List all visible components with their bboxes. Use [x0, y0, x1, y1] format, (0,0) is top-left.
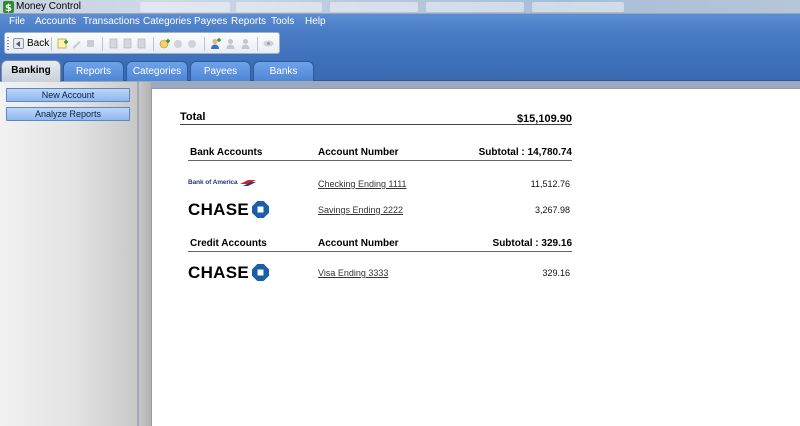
window-title: Money Control [16, 1, 82, 12]
section-title: Credit Accounts [190, 238, 267, 249]
background-tab [426, 2, 524, 12]
add-user-icon[interactable] [210, 38, 221, 49]
credit-accounts-header: Credit Accounts Account Number Subtotal … [188, 236, 572, 252]
bank-logo-text: CHASE [188, 263, 250, 282]
visa-account-link[interactable]: Visa Ending 3333 [318, 268, 388, 278]
back-button[interactable]: Back [13, 36, 49, 51]
accounts-overview: Total $15,109.90 Bank Accounts Account N… [151, 88, 800, 426]
toolbar-separator [204, 37, 205, 51]
toolbar-separator [257, 37, 258, 51]
toolbar-separator [51, 37, 52, 51]
menu-accounts[interactable]: Accounts [35, 16, 76, 27]
section-subtotal: Subtotal : 14,780.74 [478, 147, 572, 158]
section-title: Bank Accounts [190, 147, 263, 158]
add-category-icon[interactable] [159, 38, 170, 49]
delete-icon[interactable] [85, 38, 96, 49]
tab-banking[interactable]: Banking [1, 60, 61, 82]
dollar-app-icon: $ [3, 1, 14, 13]
eye-icon[interactable] [263, 38, 274, 49]
account-row: CHASE Savings Ending 2222 3,267.98 [188, 199, 572, 221]
bank-logo-text: CHASE [188, 200, 250, 219]
back-label: Back [27, 38, 50, 49]
account-amount: 11,512.76 [530, 179, 570, 189]
account-amount: 3,267.98 [534, 205, 570, 215]
toolbar-separator [153, 37, 154, 51]
background-tab [532, 2, 624, 12]
sidebar: New Account Analyze Reports [0, 82, 138, 426]
background-tab [140, 2, 230, 12]
total-row: Total $15,109.90 [180, 111, 572, 125]
bank-of-america-logo: Bank of America [188, 175, 288, 197]
chase-logo: CHASE [188, 199, 288, 221]
title-bar: $ Money Control [0, 0, 800, 14]
checking-account-link[interactable]: Checking Ending 1111 [318, 179, 407, 189]
toolbar-grip[interactable] [7, 37, 9, 51]
boa-flag-icon [239, 180, 256, 186]
menu-tools[interactable]: Tools [271, 16, 294, 27]
document-icon[interactable] [108, 38, 119, 49]
remove-user-icon[interactable] [240, 38, 251, 49]
tab-strip: Banking Reports Categories Payees Banks [0, 58, 800, 82]
menu-categories[interactable]: Categories [143, 16, 191, 27]
toolbar-band: Back [0, 31, 800, 58]
savings-account-link[interactable]: Savings Ending 2222 [318, 205, 403, 215]
background-tab [330, 2, 418, 12]
chase-octagon-icon [252, 201, 270, 218]
bank-accounts-header: Bank Accounts Account Number Subtotal : … [188, 145, 572, 161]
background-tab [236, 2, 322, 12]
bank-logo-text: Bank of America [188, 179, 238, 186]
tab-reports[interactable]: Reports [63, 61, 124, 81]
back-arrow-icon [13, 38, 24, 49]
menu-reports[interactable]: Reports [231, 16, 266, 27]
tab-categories[interactable]: Categories [126, 61, 188, 81]
chase-logo: CHASE [188, 262, 288, 284]
account-amount: 329.16 [542, 268, 570, 278]
chase-octagon-icon [252, 264, 270, 281]
section-subtotal: Subtotal : 329.16 [492, 238, 572, 249]
toolbar-separator [102, 37, 103, 51]
user-icon[interactable] [225, 38, 236, 49]
tab-banks[interactable]: Banks [253, 61, 314, 81]
new-account-button[interactable]: New Account [6, 88, 130, 102]
svg-text:$: $ [5, 3, 12, 13]
add-icon[interactable] [57, 38, 68, 49]
toolbar: Back [4, 32, 280, 54]
account-row: CHASE Visa Ending 3333 329.16 [188, 262, 572, 284]
menu-payees[interactable]: Payees [194, 16, 227, 27]
account-row: Bank of America Checking Ending 1111 11,… [188, 175, 572, 197]
document-edit-icon[interactable] [122, 38, 133, 49]
tab-payees[interactable]: Payees [190, 61, 251, 81]
edit-category-icon[interactable] [173, 38, 184, 49]
analyze-reports-button[interactable]: Analyze Reports [6, 107, 130, 121]
splitter[interactable] [139, 82, 151, 426]
menu-bar: File Accounts Transactions Categories Pa… [0, 14, 800, 31]
delete-category-icon[interactable] [187, 38, 198, 49]
menu-help[interactable]: Help [305, 16, 326, 27]
total-label: Total [180, 111, 206, 123]
account-number-column: Account Number [318, 238, 399, 249]
edit-icon[interactable] [71, 38, 82, 49]
total-value: $15,109.90 [516, 113, 572, 125]
account-number-column: Account Number [318, 147, 399, 158]
document-delete-icon[interactable] [136, 38, 147, 49]
menu-file[interactable]: File [9, 16, 25, 27]
menu-transactions[interactable]: Transactions [83, 16, 140, 27]
